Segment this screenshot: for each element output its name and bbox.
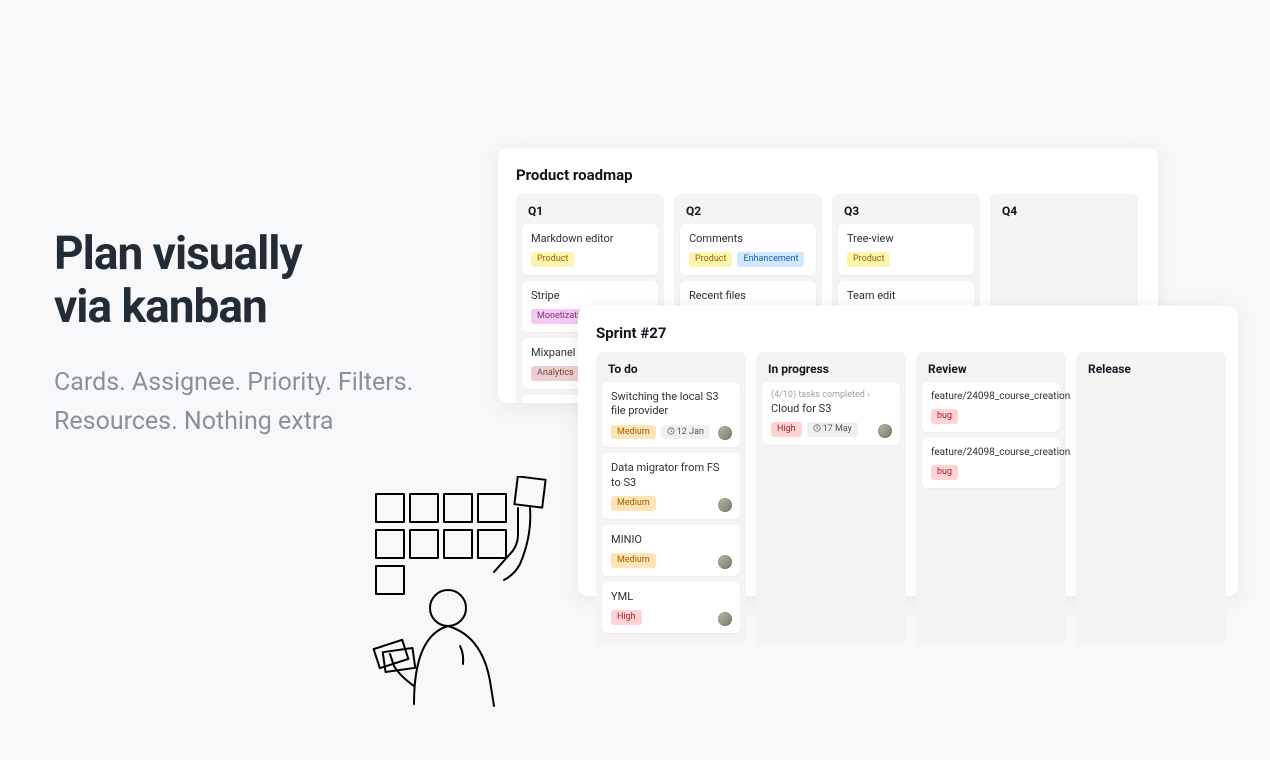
tag-priority-high: High: [771, 422, 802, 437]
tag-date: 17 May: [807, 422, 858, 437]
col-header: Q3: [838, 200, 974, 224]
col-header: Q2: [680, 200, 816, 224]
col-header: Q4: [996, 200, 1132, 224]
card-cloud-s3[interactable]: (4/10) tasks completed › Cloud for S3 Hi…: [762, 382, 900, 445]
card-title: Comments: [689, 232, 807, 246]
sprint-col-release[interactable]: Release: [1076, 352, 1226, 645]
tag-product: Product: [847, 252, 890, 267]
avatar[interactable]: [878, 424, 892, 438]
tag-bug: bug: [931, 409, 958, 424]
card-title: Stripe: [531, 289, 649, 303]
col-header: Review: [922, 358, 1060, 382]
tag-analytics: Analytics: [531, 366, 580, 381]
hero-title-line1: Plan visually: [54, 227, 302, 281]
hero-block: Plan visually via kanban Cards. Assignee…: [54, 228, 434, 441]
card-markdown-editor[interactable]: Markdown editor Product: [522, 224, 658, 275]
sprint-board: To do Switching the local S3 file provid…: [596, 352, 1220, 645]
card-treeview[interactable]: Tree-view Product: [838, 224, 974, 275]
card-s3-provider[interactable]: Switching the local S3 file provider Med…: [602, 382, 740, 447]
card-title: Team edit: [847, 289, 965, 303]
col-header: Release: [1082, 358, 1220, 382]
sprint-col-review[interactable]: Review feature/24098_course_creation bug…: [916, 352, 1066, 645]
sprint-panel: Sprint #27 To do Switching the local S3 …: [578, 306, 1238, 596]
card-title: Switching the local S3 file provider: [611, 390, 731, 419]
card-title: YML: [611, 590, 731, 604]
sprint-col-todo[interactable]: To do Switching the local S3 file provid…: [596, 352, 746, 645]
tag-priority-medium: Medium: [611, 553, 656, 568]
clock-icon: [813, 424, 821, 432]
hero-subtitle: Cards. Assignee. Priority. Filters. Reso…: [54, 364, 434, 442]
card-title: Cloud for S3: [771, 402, 891, 416]
card-yml[interactable]: YML High: [602, 582, 740, 633]
clock-icon: [667, 427, 675, 435]
card-title: MINIO: [611, 533, 731, 547]
sprint-title: Sprint #27: [596, 324, 1220, 342]
col-header: In progress: [762, 358, 900, 382]
card-comments[interactable]: Comments Product Enhancement: [680, 224, 816, 275]
tag-date: 12 Jan: [661, 425, 710, 440]
card-title: Recent files: [689, 289, 807, 303]
card-title: feature/24098_course_creation: [931, 446, 1051, 459]
tag-bug: bug: [931, 465, 958, 480]
tag-product: Product: [531, 252, 574, 267]
card-feature-branch-1[interactable]: feature/24098_course_creation bug: [922, 382, 1060, 432]
card-feature-branch-2[interactable]: feature/24098_course_creation bug: [922, 438, 1060, 488]
card-title: Tree-view: [847, 232, 965, 246]
card-data-migrator[interactable]: Data migrator from FS to S3 Medium: [602, 453, 740, 518]
tag-priority-medium: Medium: [611, 496, 656, 511]
avatar[interactable]: [718, 612, 732, 626]
tag-priority-medium: Medium: [611, 425, 656, 440]
card-minio[interactable]: MINIO Medium: [602, 525, 740, 576]
tag-product: Product: [689, 252, 732, 267]
card-title: feature/24098_course_creation: [931, 390, 1051, 403]
hero-title-line2: via kanban: [54, 280, 267, 334]
kanban-person-illustration: [370, 476, 570, 716]
tag-enhancement: Enhancement: [737, 252, 804, 267]
tag-priority-high: High: [611, 610, 642, 625]
card-title: Markdown editor: [531, 232, 649, 246]
avatar[interactable]: [718, 555, 732, 569]
roadmap-title: Product roadmap: [516, 166, 1140, 184]
avatar[interactable]: [718, 498, 732, 512]
col-header: Q1: [522, 200, 658, 224]
card-subtask-progress: (4/10) tasks completed ›: [771, 390, 891, 400]
hero-title: Plan visually via kanban: [54, 228, 434, 334]
card-title: Data migrator from FS to S3: [611, 461, 731, 490]
col-header: To do: [602, 358, 740, 382]
sprint-col-inprogress[interactable]: In progress (4/10) tasks completed › Clo…: [756, 352, 906, 645]
